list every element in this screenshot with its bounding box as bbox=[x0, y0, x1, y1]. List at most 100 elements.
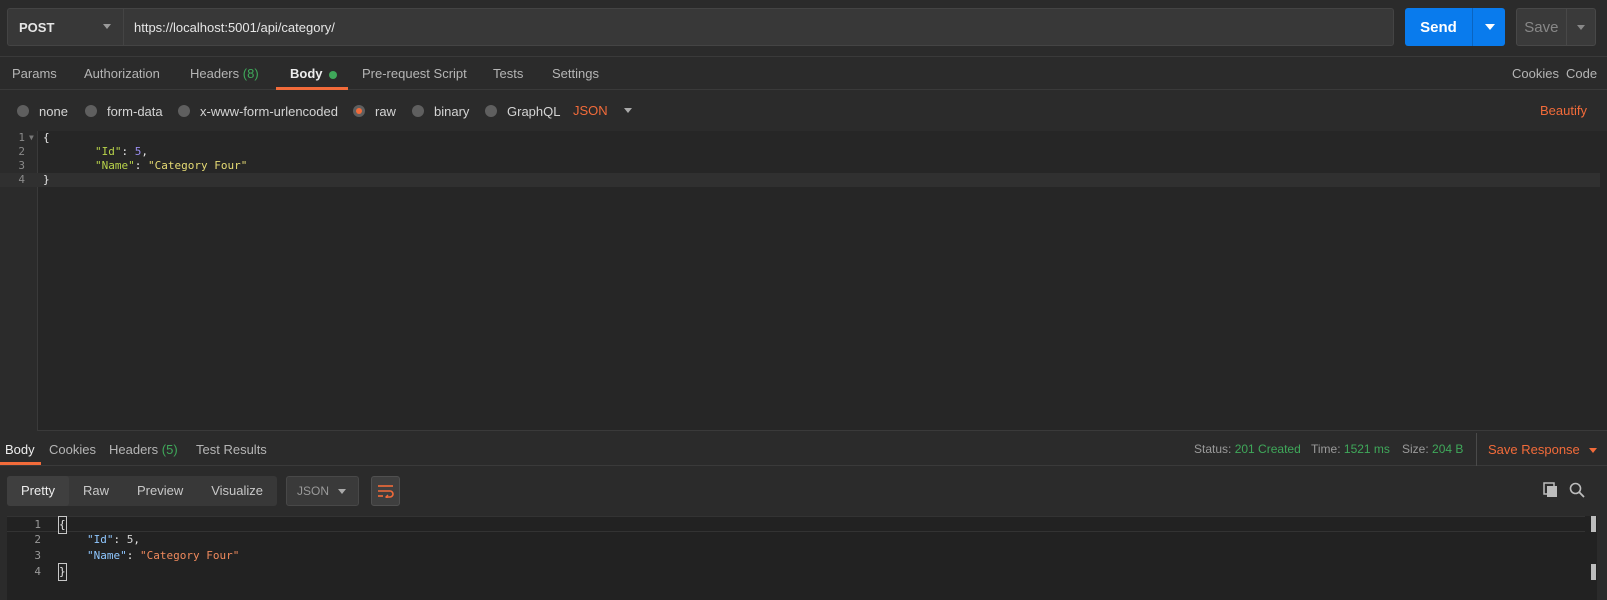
code-line-current: 1 { bbox=[7, 516, 1585, 534]
search-icon bbox=[1569, 482, 1585, 498]
scrollbar-marker[interactable] bbox=[1591, 516, 1596, 532]
cookies-link[interactable]: Cookies bbox=[1512, 57, 1559, 90]
response-view-modes: Pretty Raw Preview Visualize bbox=[7, 476, 278, 506]
request-tabs: Params Authorization Headers (8) Body Pr… bbox=[0, 57, 1607, 90]
save-options-button[interactable] bbox=[1565, 9, 1595, 45]
active-response-tab-indicator bbox=[0, 462, 41, 465]
copy-button[interactable] bbox=[1542, 481, 1560, 499]
send-options-button[interactable] bbox=[1472, 8, 1505, 46]
save-button[interactable]: Save bbox=[1517, 9, 1566, 45]
save-response-button[interactable]: Save Response bbox=[1476, 433, 1597, 466]
radio-none-label: none bbox=[39, 103, 68, 119]
line-number: 3 bbox=[34, 549, 41, 562]
body-type-options: none form-data x-www-form-urlencoded raw… bbox=[0, 91, 1607, 131]
size-readout: Size: 204 B bbox=[1402, 433, 1463, 466]
radio-raw-label: raw bbox=[375, 103, 396, 119]
json-key: "Name" bbox=[95, 159, 135, 172]
tab-body-label: Body bbox=[290, 66, 323, 81]
word-wrap-button[interactable] bbox=[371, 476, 400, 506]
line-number: 4 bbox=[34, 565, 41, 578]
radio-raw[interactable]: raw bbox=[353, 103, 396, 119]
word-wrap-icon bbox=[377, 485, 394, 498]
code-text: { bbox=[43, 131, 50, 144]
send-button[interactable]: Send bbox=[1405, 8, 1472, 46]
search-button[interactable] bbox=[1568, 481, 1586, 499]
tab-body[interactable]: Body bbox=[290, 57, 337, 90]
chevron-down-icon bbox=[103, 24, 111, 29]
body-format-label: JSON bbox=[573, 103, 608, 118]
code-line: 1 ▼ { bbox=[0, 131, 1600, 145]
json-key: "Name" bbox=[87, 549, 127, 562]
line-number: 3 bbox=[18, 159, 25, 172]
code-line: 4 } bbox=[7, 563, 1585, 581]
method-label: POST bbox=[19, 19, 55, 35]
size-label: Size: bbox=[1402, 442, 1429, 456]
send-button-group: Send bbox=[1405, 8, 1505, 46]
line-number: 1 bbox=[34, 518, 41, 531]
radio-binary[interactable]: binary bbox=[412, 103, 469, 119]
status-value[interactable]: 201 Created bbox=[1235, 442, 1301, 456]
request-body-editor[interactable]: 1 ▼ { 2 "Id": 5, 3 "Name": "Category Fou… bbox=[0, 131, 1607, 431]
radio-form-data[interactable]: form-data bbox=[85, 103, 163, 119]
json-value: "Category Four" bbox=[140, 549, 240, 562]
view-pretty[interactable]: Pretty bbox=[7, 476, 69, 506]
code-line: 2 "Id": 5, bbox=[7, 532, 1585, 548]
radio-binary-label: binary bbox=[434, 103, 470, 119]
body-format-select[interactable]: JSON bbox=[573, 103, 632, 118]
resp-tab-cookies[interactable]: Cookies bbox=[49, 433, 96, 466]
size-value[interactable]: 204 B bbox=[1432, 442, 1463, 456]
body-indicator-dot bbox=[328, 70, 337, 79]
active-tab-indicator bbox=[276, 87, 348, 90]
response-body-viewer[interactable]: 1 { 2 "Id": 5, 3 "Name": "Category Four"… bbox=[7, 516, 1597, 600]
tab-pre-request-script[interactable]: Pre-request Script bbox=[362, 57, 467, 90]
chevron-down-icon bbox=[338, 489, 346, 494]
tab-authorization[interactable]: Authorization bbox=[84, 57, 160, 90]
status-readout: Status: 201 Created bbox=[1194, 433, 1301, 466]
radio-circle bbox=[178, 105, 190, 117]
code-text: } bbox=[58, 563, 67, 581]
line-number: 2 bbox=[18, 145, 25, 158]
chevron-down-icon bbox=[623, 108, 632, 113]
url-value: https://localhost:5001/api/category/ bbox=[134, 19, 335, 35]
code-text: "Id": 5, bbox=[95, 145, 148, 158]
tab-params[interactable]: Params bbox=[12, 57, 57, 90]
response-format-select[interactable]: JSON bbox=[286, 476, 359, 506]
scrollbar-marker[interactable] bbox=[1591, 564, 1596, 580]
resp-tab-headers[interactable]: Headers (5) bbox=[109, 433, 178, 466]
resp-tab-test-results[interactable]: Test Results bbox=[196, 433, 267, 466]
beautify-link[interactable]: Beautify bbox=[1540, 103, 1587, 118]
view-visualize[interactable]: Visualize bbox=[197, 476, 277, 506]
code-line: 3 "Name": "Category Four" bbox=[0, 159, 1600, 173]
copy-icon bbox=[1543, 482, 1557, 497]
tab-tests[interactable]: Tests bbox=[493, 57, 523, 90]
code-link[interactable]: Code bbox=[1566, 57, 1597, 90]
code-text: "Id": 5, bbox=[87, 533, 140, 546]
line-number: 1 bbox=[18, 131, 25, 144]
code-text: "Name": "Category Four" bbox=[87, 549, 240, 562]
tab-headers[interactable]: Headers (8) bbox=[190, 57, 259, 90]
resp-tab-headers-label: Headers bbox=[109, 442, 159, 457]
fold-arrow-icon[interactable]: ▼ bbox=[29, 131, 34, 145]
url-input[interactable]: https://localhost:5001/api/category/ bbox=[123, 8, 1394, 46]
code-text: "Name": "Category Four" bbox=[95, 159, 248, 172]
request-bar: POST https://localhost:5001/api/category… bbox=[0, 0, 1607, 57]
time-value[interactable]: 1521 ms bbox=[1344, 442, 1390, 456]
code-line: 2 "Id": 5, bbox=[0, 145, 1600, 159]
radio-graphql[interactable]: GraphQL bbox=[485, 103, 560, 119]
radio-circle bbox=[412, 105, 424, 117]
method-select[interactable]: POST bbox=[7, 8, 123, 46]
json-value: "Category Four" bbox=[148, 159, 248, 172]
radio-none[interactable]: none bbox=[17, 103, 68, 119]
save-button-group: Save bbox=[1516, 8, 1596, 46]
chevron-down-icon bbox=[1588, 448, 1597, 454]
view-raw[interactable]: Raw bbox=[69, 476, 123, 506]
radio-urlencoded[interactable]: x-www-form-urlencoded bbox=[178, 103, 338, 119]
save-response-label: Save Response bbox=[1488, 442, 1580, 457]
view-preview[interactable]: Preview bbox=[123, 476, 197, 506]
time-readout: Time: 1521 ms bbox=[1311, 433, 1390, 466]
tab-settings[interactable]: Settings bbox=[552, 57, 599, 90]
status-label: Status: bbox=[1194, 442, 1232, 456]
radio-graphql-label: GraphQL bbox=[507, 103, 561, 119]
json-punct: , bbox=[133, 533, 140, 546]
tab-headers-label: Headers bbox=[190, 66, 240, 81]
